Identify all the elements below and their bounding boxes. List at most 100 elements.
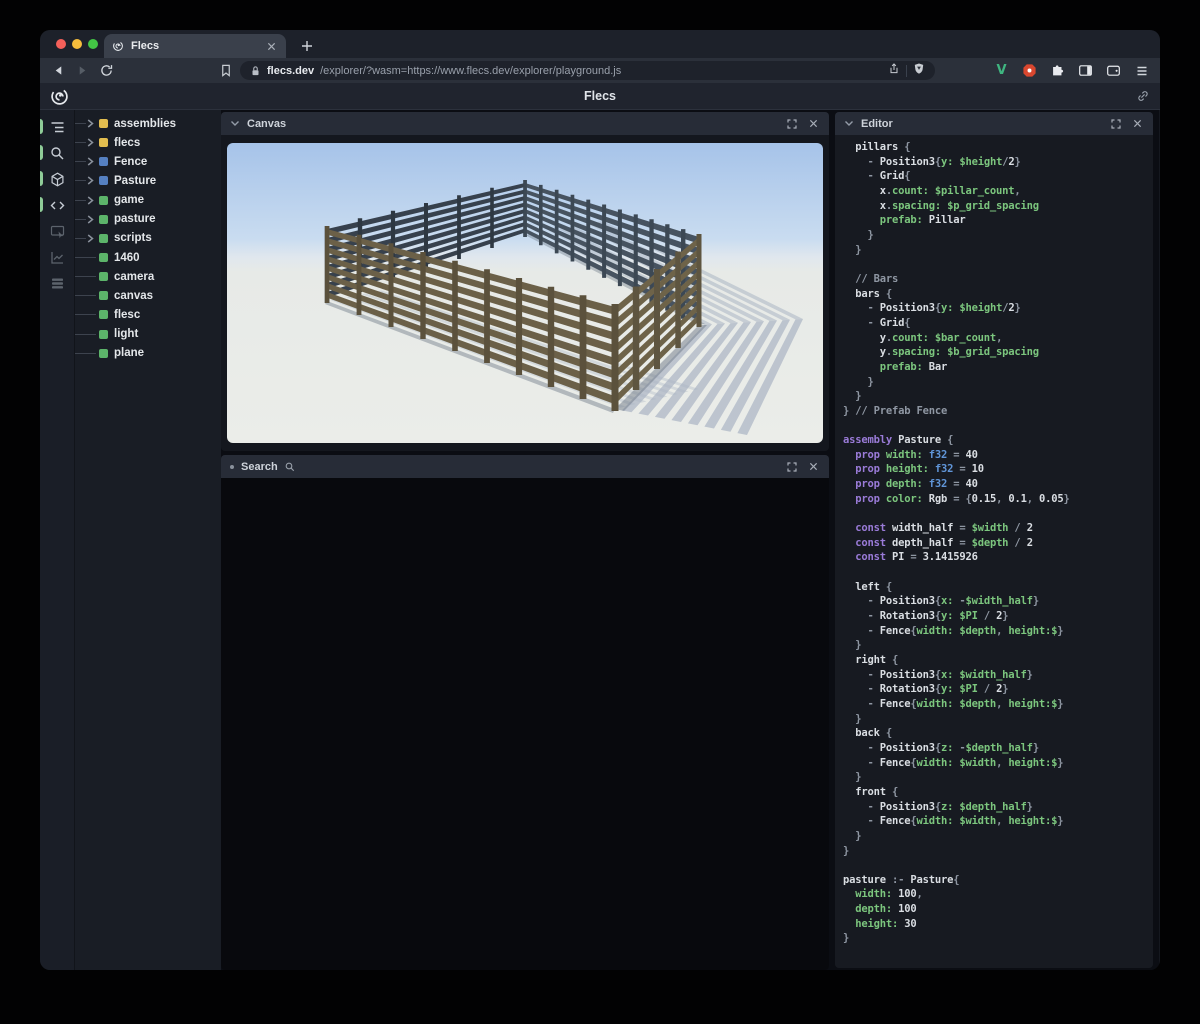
fullscreen-icon[interactable] [785, 117, 799, 131]
search-panel-header: Search [221, 455, 829, 478]
code-line: prop color: Rgb = {0.15, 0.1, 0.05} [843, 492, 1153, 507]
rail-button-queries[interactable] [40, 270, 74, 296]
rail-button-statistics[interactable] [40, 244, 74, 270]
reload-button[interactable] [98, 62, 115, 79]
collapsed-dot-icon[interactable] [230, 465, 234, 469]
code-line: prop width: f32 = 40 [843, 448, 1153, 463]
tree-item-label: light [114, 328, 138, 340]
close-panel-icon[interactable] [1130, 117, 1144, 131]
tab-close-icon[interactable] [264, 39, 278, 53]
share-icon[interactable] [888, 62, 900, 80]
queries-icon [50, 276, 65, 291]
tree-item-flecs[interactable]: flecs [75, 133, 221, 152]
url-bar[interactable]: flecs.dev /explorer/?wasm=https://www.fl… [240, 61, 935, 80]
code-line: } [843, 712, 1153, 727]
entity-color-square [99, 253, 108, 262]
tree-item-flesc[interactable]: flesc [75, 305, 221, 324]
tree-item-Pasture[interactable]: Pasture [75, 171, 221, 190]
back-button[interactable] [50, 62, 67, 79]
code-line [843, 565, 1153, 580]
code-line: pillars { [843, 140, 1153, 155]
code-line [843, 418, 1153, 433]
collapse-chevron-icon[interactable] [230, 119, 240, 128]
tree-item-Fence[interactable]: Fence [75, 152, 221, 171]
code-line: } [843, 931, 1153, 946]
code-line: - Position3{z: $depth_half} [843, 800, 1153, 815]
bookmark-icon[interactable] [217, 62, 234, 79]
zoom-window-button[interactable] [88, 39, 98, 49]
lock-icon [250, 65, 261, 77]
editor-column: Editor pillars { - Position3{y: $height/… [829, 110, 1159, 970]
active-indicator [40, 171, 43, 186]
wallet-icon[interactable] [1105, 62, 1122, 79]
code-line: } [843, 844, 1153, 859]
fullscreen-icon[interactable] [1109, 117, 1123, 131]
menu-icon[interactable] [1133, 62, 1150, 79]
expand-chevron-icon[interactable] [87, 138, 94, 147]
collapse-chevron-icon[interactable] [844, 119, 854, 128]
entity-color-square [99, 310, 108, 319]
expand-chevron-icon[interactable] [87, 196, 94, 205]
forward-button[interactable] [74, 62, 91, 79]
code-line: - Fence{width: $width, height:$} [843, 814, 1153, 829]
share-link-icon[interactable] [1136, 89, 1150, 108]
tree-item-scripts[interactable]: scripts [75, 229, 221, 248]
new-tab-button[interactable] [296, 35, 318, 57]
close-panel-icon[interactable] [806, 460, 820, 474]
tree-item-label: flecs [114, 137, 140, 149]
entity-color-square [99, 291, 108, 300]
inspector-icon [50, 224, 65, 239]
expand-chevron-icon[interactable] [87, 157, 94, 166]
tree-item-camera[interactable]: camera [75, 267, 221, 286]
extensions-puzzle-icon[interactable] [1049, 62, 1066, 79]
close-panel-icon[interactable] [806, 117, 820, 131]
code-line: - Position3{z: -$depth_half} [843, 741, 1153, 756]
tree-guide-line [75, 276, 96, 277]
tree-guide-line [75, 238, 86, 239]
code-line: - Position3{y: $height/2} [843, 301, 1153, 316]
panel-title: Search [241, 461, 278, 473]
code-line: prefab: Bar [843, 360, 1153, 375]
red-octagon-extension-icon[interactable] [1021, 62, 1038, 79]
script-editor[interactable]: pillars { - Position3{y: $height/2} - Gr… [835, 135, 1153, 968]
code-line: back { [843, 726, 1153, 741]
rail-button-inspector[interactable] [40, 218, 74, 244]
expand-chevron-icon[interactable] [87, 119, 94, 128]
app-body: assemblies flecs FencePasturegamepasture sc… [40, 110, 1160, 970]
rail-button-entity-tree[interactable] [40, 114, 74, 140]
fullscreen-icon[interactable] [785, 460, 799, 474]
tree-item-assemblies[interactable]: assemblies [75, 114, 221, 133]
code-line: } [843, 829, 1153, 844]
expand-chevron-icon[interactable] [87, 176, 94, 185]
tree-guide-line [75, 200, 86, 201]
expand-chevron-icon[interactable] [87, 215, 94, 224]
brave-shield-icon[interactable] [913, 62, 925, 80]
tree-item-pasture[interactable]: pasture [75, 210, 221, 229]
browser-tab[interactable]: Flecs [104, 34, 286, 58]
code-line: x.spacing: $p_grid_spacing [843, 199, 1153, 214]
search-icon [50, 146, 65, 161]
tree-item-label: scripts [114, 232, 152, 244]
code-line: prop depth: f32 = 40 [843, 477, 1153, 492]
tree-item-plane[interactable]: plane [75, 344, 221, 363]
tree-item-canvas[interactable]: canvas [75, 286, 221, 305]
entity-tree-icon [50, 120, 65, 135]
tree-guide-line [75, 295, 96, 296]
minimize-window-button[interactable] [72, 39, 82, 49]
vue-devtools-icon[interactable]: V [993, 62, 1010, 79]
code-line: y.spacing: $b_grid_spacing [843, 345, 1153, 360]
rail-button-scripts[interactable] [40, 192, 74, 218]
sidebar-toggle-icon[interactable] [1077, 62, 1094, 79]
entity-color-square [99, 215, 108, 224]
tree-item-light[interactable]: light [75, 325, 221, 344]
close-window-button[interactable] [56, 39, 66, 49]
tree-item-game[interactable]: game [75, 191, 221, 210]
rail-button-entities[interactable] [40, 166, 74, 192]
rail-button-search[interactable] [40, 140, 74, 166]
expand-chevron-icon[interactable] [87, 234, 94, 243]
entity-color-square [99, 119, 108, 128]
code-line: } [843, 638, 1153, 653]
code-line: - Fence{width: $depth, height:$} [843, 624, 1153, 639]
canvas-3d-viewport[interactable] [227, 143, 823, 443]
tree-item-1460[interactable]: 1460 [75, 248, 221, 267]
